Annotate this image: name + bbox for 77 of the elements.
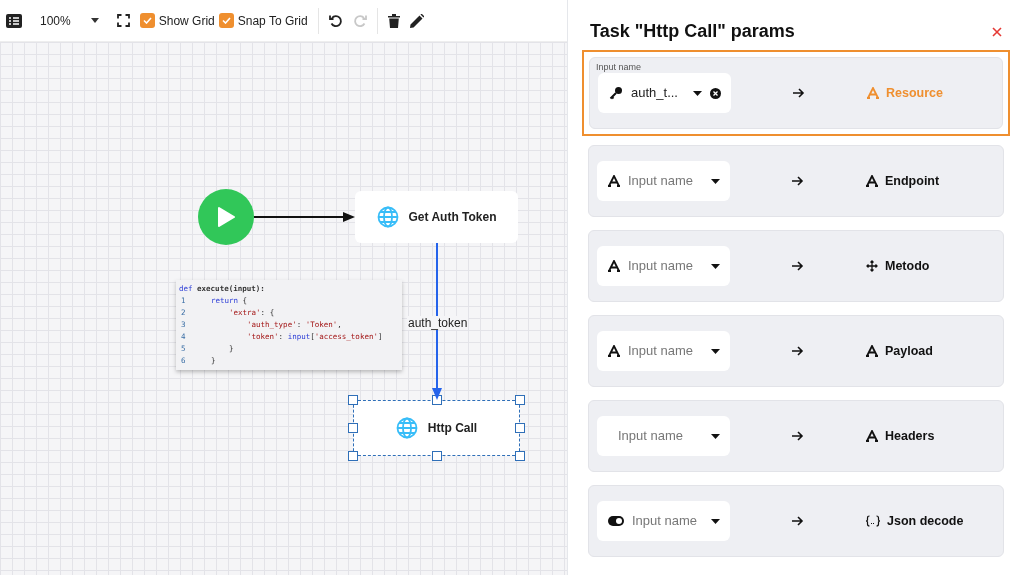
input-name-select[interactable]: Input name xyxy=(597,416,730,456)
grid-checkbox[interactable]: Snap To Grid xyxy=(218,11,308,30)
letter-icon xyxy=(608,260,620,272)
arrow-icon xyxy=(792,261,804,271)
resize-handle[interactable] xyxy=(348,423,358,433)
letter-icon xyxy=(608,175,620,187)
param-row-frame[interactable]: Input name Json decode xyxy=(582,485,1010,557)
letter-icon xyxy=(608,345,620,357)
caret-icon xyxy=(711,263,720,269)
caret-icon xyxy=(711,518,720,524)
clear-icon[interactable] xyxy=(710,87,721,99)
param-row-frame[interactable]: Input name Endpoint xyxy=(582,145,1010,217)
input-name-select[interactable]: Input name xyxy=(597,331,730,371)
start-node[interactable] xyxy=(198,189,254,245)
undo-icon[interactable] xyxy=(328,13,343,28)
placeholder: Input name xyxy=(632,512,699,531)
resize-handle[interactable] xyxy=(348,395,358,405)
letter-icon xyxy=(867,87,879,99)
check-icon xyxy=(142,17,152,24)
resize-handle[interactable] xyxy=(515,395,525,405)
trash-icon[interactable] xyxy=(387,13,400,28)
field-value: auth_t... xyxy=(631,84,679,103)
input-name-select[interactable]: Input name xyxy=(597,246,730,286)
arrow-icon xyxy=(792,346,804,356)
param-name: Json decode xyxy=(887,512,964,530)
globe-icon xyxy=(395,417,418,439)
arrow-icon xyxy=(792,176,804,186)
caret-icon xyxy=(711,348,720,354)
field-label: Input name xyxy=(596,61,642,74)
resize-handle[interactable] xyxy=(348,451,358,461)
placeholder: Input name xyxy=(617,427,685,446)
arrow-icon xyxy=(792,516,804,526)
param-name: Resource xyxy=(886,84,943,102)
param-row-frame[interactable]: Input name Payload xyxy=(582,315,1010,387)
letter-icon xyxy=(866,345,878,357)
param-row-frame[interactable]: Input name auth_t... Resource xyxy=(582,50,1010,136)
param-name: Metodo xyxy=(885,257,930,275)
caret-icon xyxy=(90,18,99,23)
move-icon xyxy=(866,260,878,272)
toggle-icon xyxy=(608,516,624,526)
key-icon xyxy=(609,86,623,100)
caret-icon xyxy=(711,433,720,439)
fullscreen-icon[interactable] xyxy=(116,14,130,27)
arrow-icon xyxy=(792,431,804,441)
placeholder: Input name xyxy=(628,257,695,276)
grid-checkbox[interactable]: Show Grid xyxy=(139,11,215,30)
arrow-icon xyxy=(793,88,805,98)
panel-title: Task "Http Call" params xyxy=(590,20,795,43)
param-row-frame[interactable]: Input name Headers xyxy=(582,400,1010,472)
param-name: Endpoint xyxy=(885,172,940,190)
play-icon xyxy=(217,207,235,227)
resize-handle[interactable] xyxy=(431,451,442,461)
resize-handle[interactable] xyxy=(431,395,442,405)
resize-handle[interactable] xyxy=(515,423,525,433)
caret-icon xyxy=(711,178,720,184)
letter-icon xyxy=(866,430,878,442)
input-name-select[interactable]: Input name xyxy=(597,501,730,541)
pencil-icon[interactable] xyxy=(409,13,424,28)
placeholder: Input name xyxy=(628,172,695,191)
param-name: Headers xyxy=(885,427,935,445)
edge-label: auth_token xyxy=(407,316,469,330)
task-node[interactable]: Get Auth Token xyxy=(355,191,518,243)
task-node[interactable]: Http Call xyxy=(353,400,520,456)
close-icon[interactable] xyxy=(992,26,1002,37)
zoom-dropdown[interactable]: 100% xyxy=(32,11,107,30)
letter-icon xyxy=(866,175,878,187)
input-name-select[interactable]: auth_t... xyxy=(598,73,731,113)
param-name: Payload xyxy=(885,342,933,360)
placeholder: Input name xyxy=(628,342,695,361)
input-name-select[interactable]: Input name xyxy=(597,161,730,201)
check-icon xyxy=(221,17,231,24)
braces-icon xyxy=(866,515,880,527)
param-row-frame[interactable]: Input name Metodo xyxy=(582,230,1010,302)
caret-icon xyxy=(693,90,702,96)
globe-icon xyxy=(376,206,399,228)
list-icon[interactable] xyxy=(6,13,22,28)
resize-handle[interactable] xyxy=(515,451,525,461)
